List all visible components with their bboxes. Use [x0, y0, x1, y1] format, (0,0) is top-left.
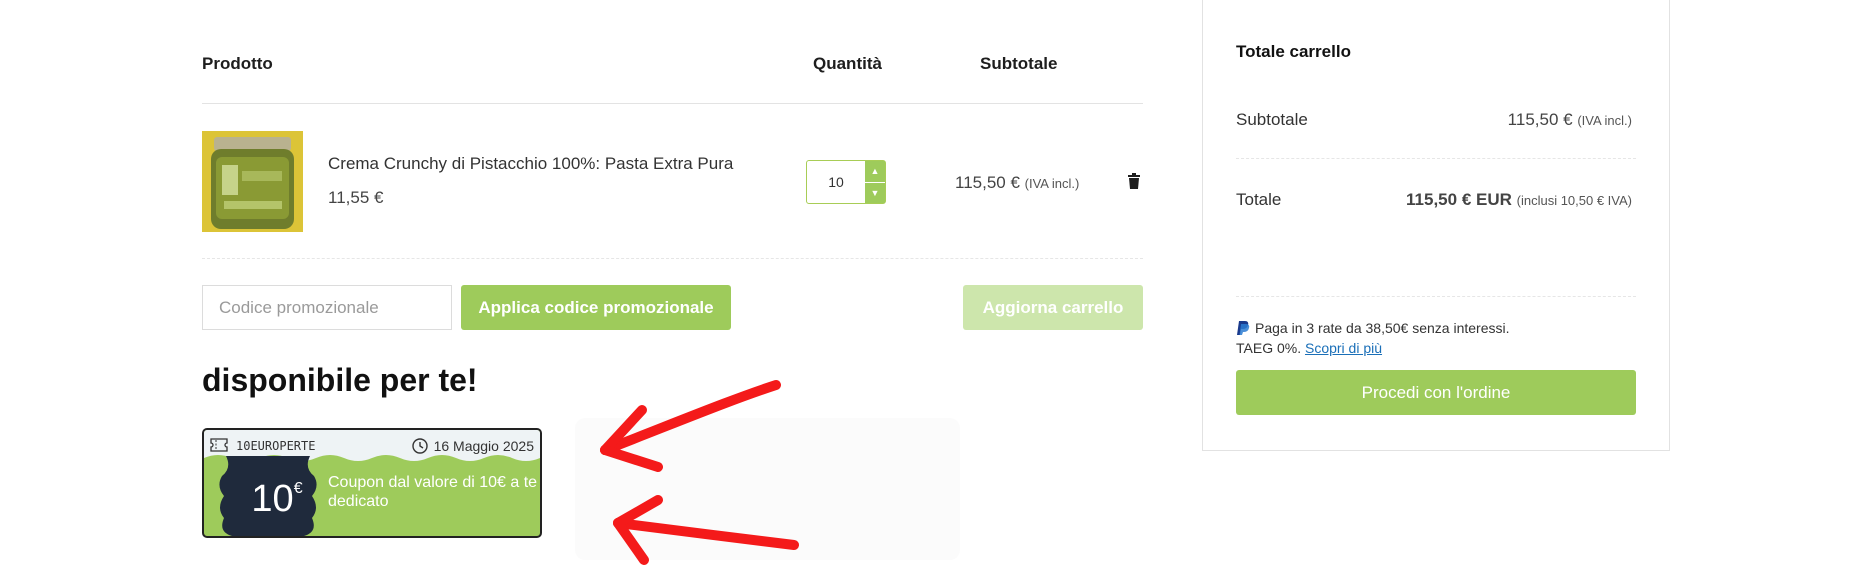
coupon-code: 10EUROPERTE — [236, 439, 316, 453]
apply-coupon-button[interactable]: Applica codice promozionale — [461, 285, 731, 330]
promo-code-input[interactable]: Codice promozionale — [202, 285, 452, 330]
chevron-down-icon[interactable]: ▼ — [865, 182, 885, 203]
taeg-text: TAEG 0%. — [1236, 340, 1302, 356]
taeg-line: TAEG 0%. Scopri di più — [1236, 340, 1382, 356]
row-divider — [202, 258, 1143, 259]
quantity-stepper[interactable]: 10 ▲ ▼ — [806, 160, 886, 204]
line-subtotal-note: (IVA incl.) — [1024, 176, 1080, 191]
coupon-currency: € — [293, 480, 303, 497]
update-cart-button[interactable]: Aggiorna carrello — [963, 285, 1143, 330]
header-divider — [202, 103, 1143, 104]
ticket-icon — [210, 438, 228, 452]
coupon-card[interactable]: 10EUROPERTE 16 Maggio 2025 10€ Coupon da… — [202, 428, 542, 538]
arrow-icon — [600, 380, 799, 565]
coupon-amount-value: 10 — [251, 478, 294, 520]
clock-icon — [411, 438, 428, 454]
available-coupons-heading: disponibile per te! — [202, 362, 478, 398]
subtotal-amount: 115,50 € (IVA incl.) — [1508, 110, 1632, 130]
subtotal-label: Subtotale — [1236, 110, 1308, 129]
chevron-up-icon[interactable]: ▲ — [865, 161, 885, 182]
subtotal-divider — [1236, 158, 1636, 159]
total-note: (inclusi 10,50 € IVA) — [1516, 193, 1632, 208]
total-divider — [1236, 296, 1636, 297]
coupon-expiry: 16 Maggio 2025 — [411, 438, 534, 454]
paypal-installments: Paga in 3 rate da 38,50€ senza interessi… — [1236, 320, 1510, 336]
product-unit-price: 11,55 € — [328, 188, 384, 207]
paypal-text: Paga in 3 rate da 38,50€ senza interessi… — [1255, 320, 1510, 336]
total-label: Totale — [1236, 190, 1282, 209]
product-thumbnail[interactable] — [202, 131, 303, 232]
coupon-expiry-date: 16 Maggio 2025 — [433, 438, 534, 454]
line-subtotal: 115,50 € (IVA incl.) — [955, 173, 1079, 193]
coupon-amount: 10€ — [236, 478, 318, 521]
subtotal-value: 115,50 € — [1507, 110, 1573, 129]
header-quantity: Quantità — [813, 54, 882, 73]
header-product: Prodotto — [202, 54, 273, 73]
coupon-description: Coupon dal valore di 10€ a te dedicato — [328, 474, 538, 510]
quantity-input[interactable]: 10 — [807, 161, 865, 203]
trash-icon[interactable] — [1127, 173, 1141, 189]
cart-totals-title: Totale carrello — [1236, 42, 1351, 61]
paypal-icon — [1237, 321, 1250, 335]
product-name-link[interactable]: Crema Crunchy di Pistacchio 100%: Pasta … — [328, 154, 733, 174]
line-subtotal-value: 115,50 € — [955, 173, 1020, 192]
total-value: 115,50 € EUR — [1406, 190, 1512, 209]
learn-more-link[interactable]: Scopri di più — [1305, 340, 1382, 356]
checkout-button[interactable]: Procedi con l'ordine — [1236, 370, 1636, 415]
total-amount: 115,50 € EUR (inclusi 10,50 € IVA) — [1406, 190, 1632, 210]
product-jar-image — [202, 131, 303, 232]
header-subtotal: Subtotale — [980, 54, 1058, 73]
subtotal-note: (IVA incl.) — [1577, 113, 1632, 128]
